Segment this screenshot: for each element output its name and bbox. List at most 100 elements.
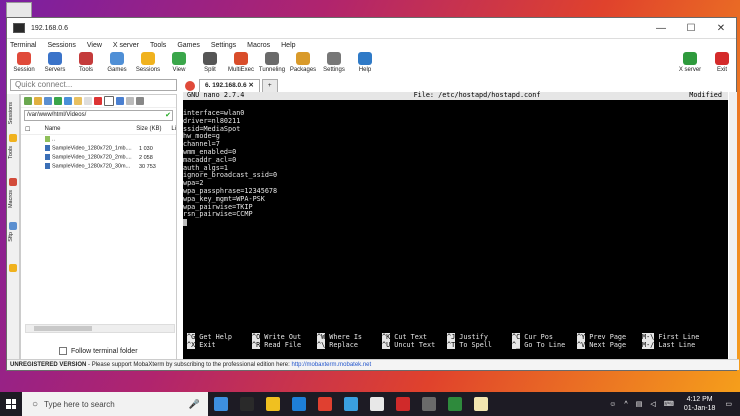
file-row[interactable]: SampleVideo_1280x720_2mb.... 2 058	[21, 153, 176, 162]
side-tab-macros-icon[interactable]	[9, 222, 17, 230]
close-button[interactable]: ✕	[706, 23, 736, 34]
task-view-icon[interactable]	[214, 397, 228, 411]
download-icon[interactable]	[44, 97, 52, 105]
toolbar-exit-button[interactable]: Exit	[707, 51, 737, 73]
side-tab-sessions-icon[interactable]	[9, 134, 17, 142]
toolbar-packages-button[interactable]: Packages	[288, 51, 318, 73]
people-icon[interactable]: ☺	[609, 401, 616, 408]
help-icon	[358, 52, 372, 65]
network-icon[interactable]: ▤	[636, 400, 643, 408]
toolbar-sessions-button[interactable]: Sessions	[133, 51, 163, 73]
toolbar-tools-button[interactable]: Tools	[71, 51, 101, 73]
file-name: SampleVideo_1280x720_2mb....	[52, 154, 132, 161]
rename-icon[interactable]	[104, 96, 114, 106]
toolbar-view-button[interactable]: View	[164, 51, 194, 73]
config-line: ssid=MediaSpot	[183, 124, 241, 133]
side-tab-tools-icon[interactable]	[9, 178, 17, 186]
toolbar-servers-button[interactable]: Servers	[40, 51, 70, 73]
file-size: 1 030	[139, 145, 153, 152]
file-row[interactable]: SampleVideo_1280x720_30m... 30 753	[21, 162, 176, 171]
horizontal-scrollbar[interactable]	[25, 324, 175, 333]
home-icon[interactable]	[34, 97, 42, 105]
terminal-scrollbar[interactable]	[729, 92, 737, 359]
path-field[interactable]: /var/www/html/Videos/✔	[24, 110, 173, 121]
mobaxterm-icon[interactable]	[422, 397, 436, 411]
new-file-icon[interactable]	[84, 97, 92, 105]
shortcut-key: M-\	[642, 333, 655, 341]
chrome-icon[interactable]	[318, 397, 332, 411]
menu-view[interactable]: View	[87, 42, 102, 49]
side-tab-sessions[interactable]: Sessions	[8, 102, 14, 124]
new-tab-button[interactable]: +	[261, 79, 278, 92]
edge-icon[interactable]	[292, 397, 306, 411]
view-icon[interactable]	[116, 97, 124, 105]
refresh-icon[interactable]	[54, 97, 62, 105]
toolbar-settings-button[interactable]: Settings	[319, 51, 349, 73]
notepad-icon[interactable]	[370, 397, 384, 411]
follow-checkbox[interactable]	[59, 347, 67, 355]
upload-icon[interactable]	[64, 97, 72, 105]
terminal[interactable]: GNU nano 2.7.4 File: /etc/hostapd/hostap…	[183, 91, 728, 359]
menu-games[interactable]: Games	[177, 42, 200, 49]
nano-shortcut: ^X Exit	[187, 341, 232, 350]
column-link[interactable]: Li	[171, 126, 176, 132]
toolbar-label: Tunneling	[258, 67, 286, 73]
follow-terminal-folder[interactable]: Follow terminal folder	[59, 347, 138, 355]
subscribe-link[interactable]: http://mobaxterm.mobatek.net	[291, 362, 371, 368]
menu-terminal[interactable]: Terminal	[10, 42, 36, 49]
side-tab-sftp-icon[interactable]	[9, 264, 17, 272]
column-size[interactable]: Size (KB)	[136, 126, 171, 132]
file-row[interactable]: ..	[21, 135, 176, 144]
toolbar-split-button[interactable]: Split	[195, 51, 225, 73]
minimize-button[interactable]: —	[646, 23, 676, 34]
sftp-browser: /var/www/html/Videos/✔ ☐ Name Size (KB) …	[20, 94, 177, 362]
menu-help[interactable]: Help	[281, 42, 295, 49]
volume-icon[interactable]: ◁	[650, 400, 655, 408]
quick-connect-input[interactable]: Quick connect...	[10, 79, 177, 91]
menu-tools[interactable]: Tools	[150, 42, 166, 49]
sticky-notes-icon[interactable]	[474, 397, 488, 411]
menu-sessions[interactable]: Sessions	[47, 42, 75, 49]
shortcut-key: ^W	[317, 333, 326, 341]
select-column-icon[interactable]: ☐	[21, 126, 45, 133]
menu-settings[interactable]: Settings	[211, 42, 236, 49]
chevron-up-icon[interactable]: ^	[624, 401, 627, 408]
column-name[interactable]: Name	[45, 126, 137, 132]
menu-x-server[interactable]: X server	[113, 42, 139, 49]
side-tab-tools[interactable]: Tools	[8, 146, 14, 159]
keyboard-icon[interactable]: ⌨	[664, 400, 674, 408]
side-tab-macros[interactable]: Macros	[8, 190, 14, 208]
tunneling-icon	[265, 52, 279, 65]
side-tab-sftp[interactable]: Sftp	[8, 232, 14, 242]
file-explorer-icon[interactable]	[266, 397, 280, 411]
taskbar-search[interactable]: ○ Type here to search 🎤	[22, 392, 208, 416]
app-icon[interactable]	[344, 397, 358, 411]
config-line: wpa_key_mgmt=WPA-PSK	[183, 194, 265, 203]
home-tab-icon[interactable]	[185, 81, 195, 91]
opera-icon[interactable]	[396, 397, 410, 411]
toolbar-x-server-button[interactable]: X server	[675, 51, 705, 73]
toolbar-help-button[interactable]: Help	[350, 51, 380, 73]
up-folder-icon[interactable]	[24, 97, 32, 105]
terminal-icon[interactable]	[136, 97, 144, 105]
toolbar-multiexec-button[interactable]: MultiExec	[226, 51, 256, 73]
store-icon[interactable]	[240, 397, 254, 411]
notifications-icon[interactable]: ▭	[725, 400, 732, 408]
new-folder-icon[interactable]	[74, 97, 82, 105]
delete-icon[interactable]	[94, 97, 102, 105]
file-row[interactable]: SampleVideo_1280x720_1mb.... 1 030	[21, 144, 176, 153]
toolbar-tunneling-button[interactable]: Tunneling	[257, 51, 287, 73]
check-icon[interactable]: ✔	[165, 111, 171, 120]
file-list: .. SampleVideo_1280x720_1mb.... 1 030 Sampl…	[21, 135, 176, 171]
microphone-icon[interactable]: 🎤	[189, 399, 200, 410]
toolbar-session-button[interactable]: Session	[9, 51, 39, 73]
clock[interactable]: 4:12 PM 01-Jan-18	[684, 395, 716, 413]
start-button[interactable]	[0, 392, 22, 416]
config-line: wpa_pairwise=TKIP	[183, 202, 253, 211]
raspberry-icon[interactable]	[448, 397, 462, 411]
toolbar-games-button[interactable]: Games	[102, 51, 132, 73]
maximize-button[interactable]: ☐	[676, 23, 706, 34]
config-line: channel=7	[183, 140, 220, 149]
filter-icon[interactable]	[126, 97, 134, 105]
menu-macros[interactable]: Macros	[247, 42, 270, 49]
